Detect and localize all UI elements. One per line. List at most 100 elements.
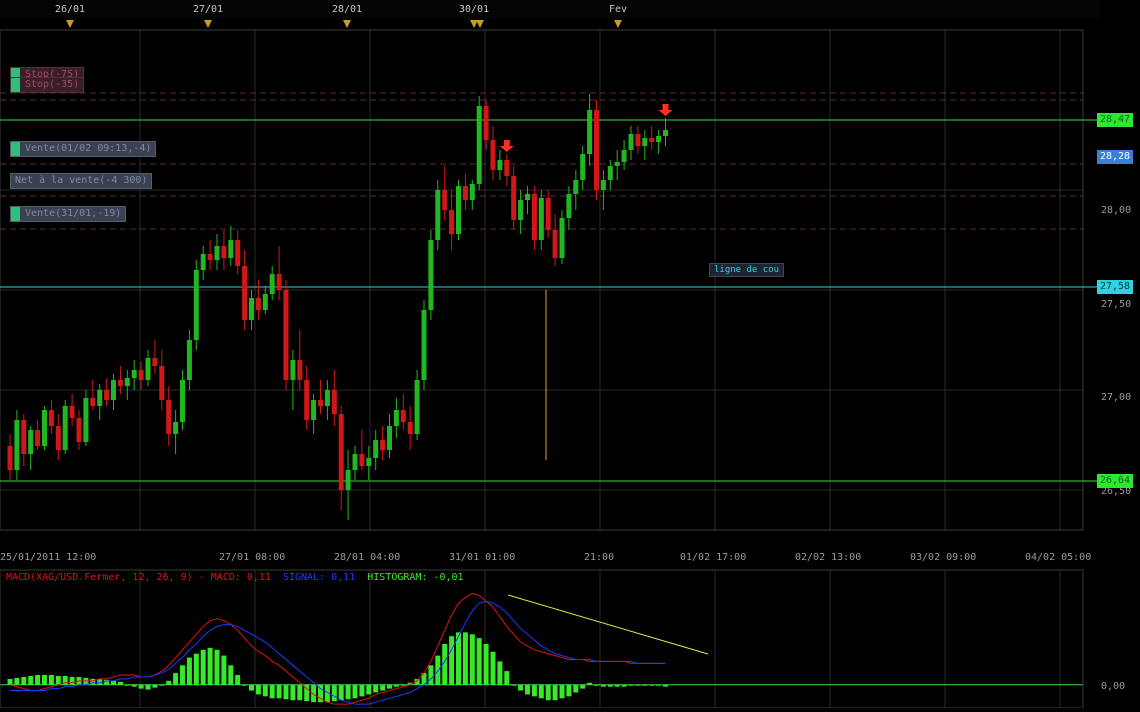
candle-body — [373, 440, 379, 458]
sell-order-tag[interactable]: Vente(31/01,-19) — [10, 206, 127, 222]
tag-label: Stop(-35) — [25, 79, 80, 90]
candle-body — [242, 266, 248, 320]
candle-body — [138, 370, 144, 380]
histogram-bar — [621, 684, 627, 687]
histogram-bar — [359, 684, 365, 697]
candle-body — [262, 294, 268, 310]
upper-level-badge: 28,47 — [1097, 113, 1133, 127]
histogram-bar — [345, 684, 351, 700]
histogram-bar — [338, 684, 344, 701]
candle-body — [462, 186, 468, 200]
candle-body — [249, 298, 254, 320]
histogram-bar — [42, 675, 47, 685]
histogram-bar — [242, 684, 248, 686]
neckline-label[interactable]: ligne de cou — [709, 263, 785, 277]
candle-body — [97, 390, 103, 406]
histogram-bar — [117, 681, 123, 685]
candle-body — [504, 160, 510, 176]
histogram-bar — [297, 684, 303, 701]
price-chart[interactable]: 26/01 27/01 28/01 30/01 Fev 28,00 27,50 … — [0, 0, 1140, 709]
candle-body — [290, 360, 296, 380]
sell-order-tag[interactable]: Vente(01/02 09:13,-4) — [10, 141, 157, 157]
candle-body — [656, 136, 662, 142]
candle-body — [531, 194, 537, 240]
candle-body — [117, 380, 123, 386]
macd-zero-label: 0,00 — [1101, 681, 1125, 692]
candle-body — [518, 200, 524, 220]
candle — [193, 260, 199, 350]
candle-body — [145, 358, 151, 380]
candle-body — [600, 180, 606, 190]
candle-body — [642, 138, 648, 146]
candle — [14, 410, 20, 480]
histogram-bar — [525, 684, 530, 695]
tag-swatch — [11, 142, 20, 156]
histogram-bar — [131, 684, 137, 687]
candle-body — [573, 180, 579, 194]
candle — [428, 230, 434, 320]
candle-body — [186, 340, 192, 380]
macd-legend-value: MACD: 0,11 — [210, 572, 271, 583]
candle-body — [214, 246, 220, 260]
chart-stage: 26/01 27/01 28/01 30/01 Fev 28,00 27,50 … — [0, 0, 1140, 709]
histogram-bar — [635, 684, 641, 686]
histogram-bar — [290, 684, 296, 701]
net-position-tag[interactable]: Net à la vente(-4 300) — [10, 173, 153, 189]
candle-body — [76, 418, 82, 442]
candle-body — [331, 390, 337, 414]
candle-body — [545, 198, 551, 230]
tag-label: Vente(31/01,-19) — [25, 208, 122, 219]
histogram-bar — [352, 684, 358, 699]
candle — [594, 100, 599, 200]
histogram-bar — [462, 632, 468, 685]
candle-body — [435, 190, 441, 240]
histogram-bar — [497, 661, 503, 685]
stop-order-tag[interactable]: Stop(-35) — [10, 77, 85, 93]
candle-body — [538, 198, 544, 240]
candle-body — [566, 194, 572, 218]
candle-body — [483, 106, 489, 140]
candle-body — [552, 230, 558, 258]
candle-body — [14, 420, 20, 470]
candle-body — [324, 390, 330, 406]
histogram-bar — [435, 655, 441, 685]
candle-body — [393, 410, 399, 426]
candle-body — [497, 160, 503, 170]
candle-body — [559, 218, 565, 258]
histogram-bar — [366, 684, 372, 695]
candle-body — [276, 274, 282, 290]
signal-legend-value: SIGNAL: 0,11 — [282, 572, 356, 583]
histogram-bar — [14, 677, 20, 685]
histogram-bar — [255, 684, 261, 695]
candle-body — [7, 446, 13, 470]
candle-body — [490, 140, 496, 170]
y-tick-label: 27,00 — [1101, 392, 1131, 403]
histogram-bar — [269, 684, 275, 699]
candle-body — [338, 414, 344, 490]
histogram-bar — [573, 684, 579, 693]
candle-body — [104, 390, 110, 400]
histogram-bar — [283, 684, 289, 700]
candle-body — [255, 298, 261, 310]
candle-body — [200, 254, 206, 270]
macd-legend: MACD(XAG/USD.Fermer, 12, 26, 9) - MACD: … — [6, 572, 464, 583]
histogram-bar — [48, 675, 54, 685]
candle-body — [304, 380, 310, 420]
candle-body — [387, 426, 392, 450]
candle-body — [69, 406, 75, 418]
candle — [62, 400, 68, 454]
x-tick-label: 01/02 17:00 — [680, 552, 746, 563]
histogram-bar — [159, 684, 165, 686]
histogram-bar — [531, 684, 537, 697]
histogram-bar — [607, 684, 613, 687]
histogram-bar — [428, 665, 434, 685]
candle-body — [48, 410, 54, 426]
candle-body — [649, 138, 655, 142]
candle-body — [511, 176, 517, 220]
histogram-bar — [400, 684, 406, 686]
x-tick-label: 21:00 — [584, 552, 614, 563]
date-mark-label: Fev — [609, 4, 627, 15]
candle-body — [456, 186, 461, 234]
candle-body — [62, 406, 68, 450]
date-mark-label: 27/01 — [193, 4, 223, 15]
